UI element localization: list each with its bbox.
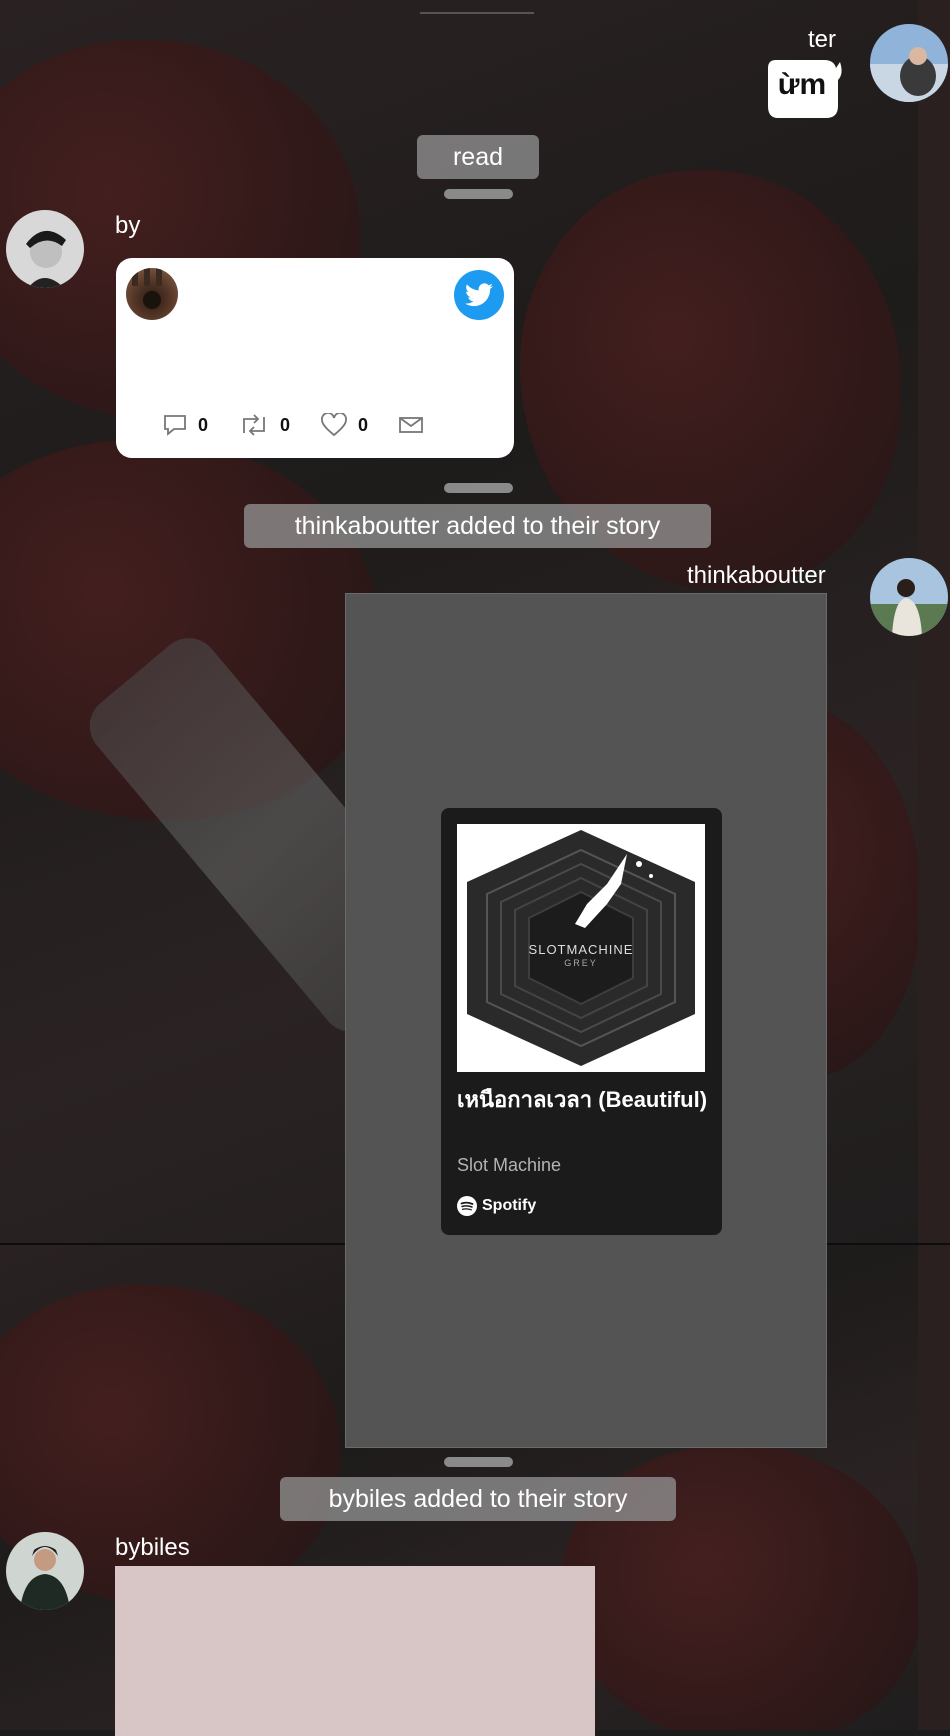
story-notice-bybiles: bybiles added to their story bbox=[280, 1477, 676, 1521]
retweet-button[interactable]: 0 bbox=[238, 413, 290, 437]
track-title: เหนือกาลเวลา (Beautiful) bbox=[457, 1087, 708, 1112]
album-text: SLOTMACHINE bbox=[528, 942, 634, 957]
sticker-text: ừm bbox=[777, 68, 827, 101]
album-art: SLOTMACHINE GREY bbox=[457, 824, 705, 1072]
avatar-thinkaboutter[interactable] bbox=[870, 558, 948, 636]
story-reply-image-bybiles[interactable] bbox=[115, 1566, 595, 1736]
avatar-ter[interactable] bbox=[870, 24, 948, 102]
spotify-card[interactable]: SLOTMACHINE GREY เหนือกาลเวลา (Beautiful… bbox=[441, 808, 722, 1235]
reply-count: 0 bbox=[198, 414, 209, 435]
track-artist: Slot Machine bbox=[457, 1155, 562, 1175]
spotify-brand[interactable]: Spotify bbox=[457, 1196, 536, 1216]
background-edge-strip bbox=[918, 0, 950, 1730]
spotify-logo-icon bbox=[457, 1196, 477, 1216]
like-count: 0 bbox=[358, 414, 369, 435]
twitter-bird-icon bbox=[454, 270, 504, 320]
tweet-author-avatar[interactable] bbox=[126, 268, 178, 320]
reply-button[interactable]: 0 bbox=[162, 413, 208, 437]
like-button[interactable]: 0 bbox=[320, 413, 368, 437]
avatar-bybiles[interactable] bbox=[6, 1532, 84, 1610]
sender-name-ter: ter bbox=[808, 26, 837, 53]
sender-name-by: by bbox=[115, 212, 141, 239]
message-separator bbox=[444, 483, 513, 493]
top-scroll-handle bbox=[420, 12, 534, 14]
heart-icon bbox=[321, 413, 347, 437]
album-subtext: GREY bbox=[564, 958, 598, 968]
sticker-bubble[interactable]: ừm bbox=[760, 58, 844, 122]
read-receipt: read bbox=[417, 135, 539, 179]
story-notice-thinkaboutter: thinkaboutter added to their story bbox=[244, 504, 711, 548]
share-button[interactable] bbox=[398, 415, 434, 435]
spotify-brand-label: Spotify bbox=[482, 1197, 537, 1214]
sender-name-bybiles: bybiles bbox=[115, 1534, 190, 1561]
tweet-card[interactable]: 0 0 0 bbox=[116, 258, 514, 458]
message-separator bbox=[444, 189, 513, 199]
reply-icon bbox=[164, 415, 186, 436]
message-separator bbox=[444, 1457, 513, 1467]
mail-icon bbox=[399, 417, 423, 433]
story-reply-spotify[interactable]: SLOTMACHINE GREY เหนือกาลเวลา (Beautiful… bbox=[345, 593, 827, 1448]
avatar-by[interactable] bbox=[6, 210, 84, 288]
tweet-action-bar: 0 0 0 bbox=[162, 413, 464, 437]
retweet-icon bbox=[243, 414, 265, 436]
retweet-count: 0 bbox=[280, 414, 291, 435]
sender-name-thinkaboutter: thinkaboutter bbox=[687, 562, 826, 589]
